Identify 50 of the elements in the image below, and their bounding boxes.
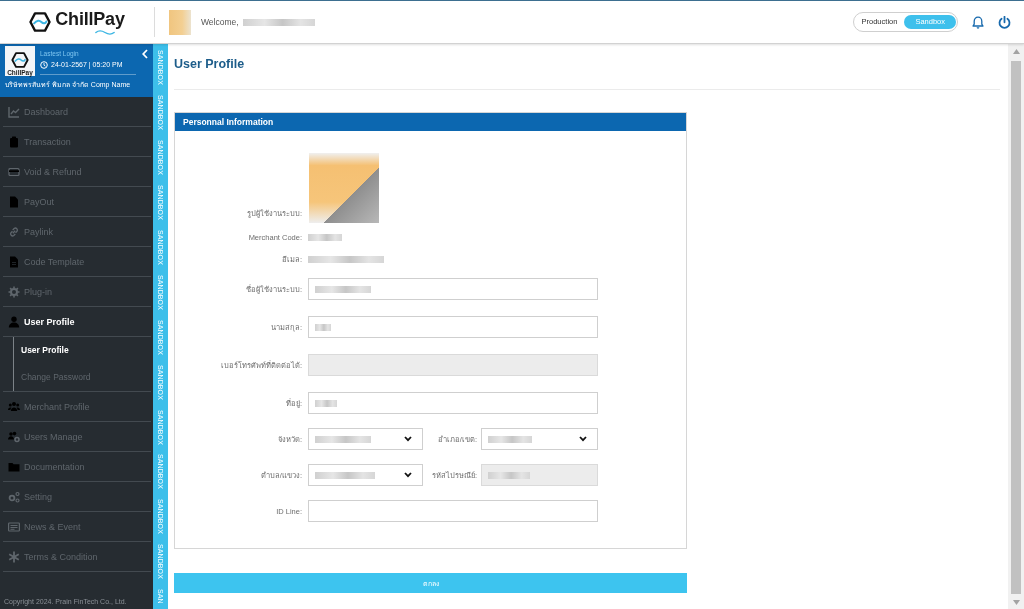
redacted-value	[315, 399, 337, 407]
document-icon	[8, 255, 20, 268]
scroll-down-icon[interactable]	[1012, 600, 1020, 605]
newspaper-icon	[8, 520, 20, 533]
input-field[interactable]	[308, 500, 598, 522]
chart-icon	[8, 105, 20, 118]
input-field[interactable]	[308, 316, 598, 338]
link-icon	[8, 225, 20, 238]
redacted-value	[488, 435, 532, 443]
select-field[interactable]	[481, 428, 598, 450]
select-field[interactable]	[308, 464, 423, 486]
sidebar-item[interactable]: User Profile	[3, 307, 151, 337]
users-icon	[8, 400, 20, 413]
logo-text: ChillPay	[55, 9, 125, 30]
scrollbar[interactable]	[1008, 44, 1024, 609]
welcome-text: Welcome,	[201, 17, 239, 27]
user-icon	[8, 315, 20, 328]
document-icon	[8, 195, 20, 208]
logo-icon	[29, 12, 52, 32]
chevron-down-icon	[579, 436, 587, 442]
gear-icon	[8, 285, 20, 298]
redacted-value	[315, 323, 331, 331]
bell-icon[interactable]	[972, 15, 984, 29]
users-gear-icon	[8, 430, 20, 443]
gears-icon	[8, 490, 20, 503]
chevron-down-icon	[404, 472, 412, 478]
select-field[interactable]	[308, 428, 423, 450]
clock-icon	[40, 60, 48, 69]
scroll-up-icon[interactable]	[1012, 49, 1020, 54]
redacted-value	[315, 435, 371, 443]
page-title: User Profile	[174, 57, 246, 72]
photo-placeholder	[309, 153, 379, 223]
logo-icon	[11, 52, 29, 68]
redacted-value	[488, 471, 530, 479]
scrollbar-thumb[interactable]	[1011, 61, 1021, 594]
folder-icon	[8, 460, 20, 473]
chevron-down-icon	[404, 436, 412, 442]
input-field[interactable]	[308, 278, 598, 300]
card-header: Personnal Information	[175, 113, 686, 131]
input-field[interactable]	[308, 392, 598, 414]
photo-placeholder	[169, 9, 191, 35]
redacted-value	[315, 285, 371, 293]
redacted-value	[315, 471, 375, 479]
power-icon[interactable]	[998, 15, 1011, 29]
clipboard-icon	[8, 135, 20, 148]
collapse-chevron-icon[interactable]	[142, 49, 148, 59]
sidebar-subitem[interactable]: User Profile	[14, 337, 151, 364]
credit-card-icon	[8, 165, 20, 178]
wave-icon	[94, 30, 115, 35]
asterisk-icon	[8, 550, 20, 563]
